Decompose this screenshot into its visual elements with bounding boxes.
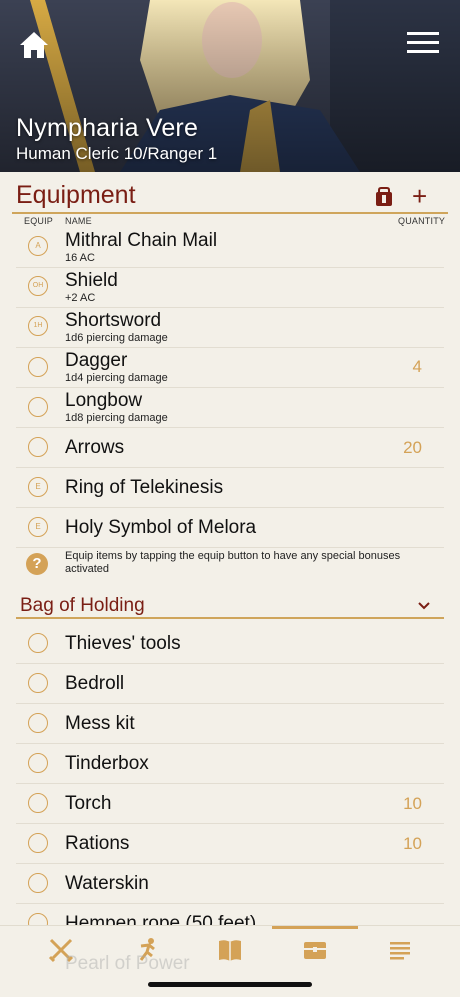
- tab-inventory[interactable]: [301, 936, 329, 964]
- equip-toggle[interactable]: [28, 397, 48, 417]
- home-indicator: [148, 982, 312, 987]
- container-title[interactable]: Bag of Holding: [20, 595, 145, 617]
- equipment-row[interactable]: OH Shield +2 AC: [16, 267, 444, 308]
- character-header: Nympharia Vere Human Cleric 10/Ranger 1: [0, 0, 460, 172]
- item-name: Bedroll: [65, 673, 125, 694]
- spellbook-icon: [219, 940, 241, 961]
- equip-toggle[interactable]: [28, 437, 48, 457]
- item-quantity: 20: [403, 438, 422, 457]
- backpack-icon: [376, 187, 392, 206]
- plus-icon: +: [412, 181, 428, 211]
- collapse-button[interactable]: [416, 598, 432, 614]
- item-name: Ring of Telekinesis: [65, 477, 224, 498]
- bag-item-row[interactable]: Waterskin: [16, 863, 444, 904]
- bag-item-row[interactable]: Rations 10: [16, 823, 444, 864]
- equip-toggle[interactable]: [28, 873, 48, 893]
- item-quantity: 10: [403, 834, 422, 853]
- bag-item-row[interactable]: Torch 10: [16, 783, 444, 824]
- equipment-row[interactable]: Arrows 20: [16, 427, 444, 468]
- equip-toggle[interactable]: [28, 793, 48, 813]
- item-detail: 1d6 piercing damage: [65, 332, 168, 344]
- chevron-down-icon: [418, 602, 430, 610]
- equip-toggle[interactable]: [28, 357, 48, 377]
- item-name: Waterskin: [65, 873, 149, 894]
- item-detail: +2 AC: [65, 292, 96, 304]
- bag-item-row[interactable]: Mess kit: [16, 703, 444, 744]
- equip-toggle[interactable]: [28, 713, 48, 733]
- column-equip: EQUIP: [24, 216, 54, 226]
- add-item-button[interactable]: +: [412, 182, 427, 210]
- divider: [16, 617, 444, 619]
- chest-icon: [304, 942, 326, 959]
- equipment-row[interactable]: Dagger 1d4 piercing damage 4: [16, 347, 444, 388]
- equipment-row[interactable]: Longbow 1d8 piercing damage: [16, 387, 444, 428]
- encumbrance-button[interactable]: [373, 186, 395, 208]
- item-quantity: 4: [412, 357, 422, 376]
- help-text: Equip items by tapping the equip button …: [65, 550, 401, 575]
- question-icon: ?: [26, 553, 48, 575]
- equip-help: ? Equip items by tapping the equip butto…: [16, 548, 444, 580]
- tab-spells[interactable]: [216, 936, 244, 964]
- item-name: Rations: [65, 833, 130, 854]
- equipment-row[interactable]: 1H Shortsword 1d6 piercing damage: [16, 307, 444, 348]
- equip-toggle[interactable]: [28, 833, 48, 853]
- item-name: Mithral Chain Mail: [65, 230, 218, 251]
- bag-item-row[interactable]: Tinderbox: [16, 743, 444, 784]
- equipment-row[interactable]: E Holy Symbol of Melora: [16, 507, 444, 548]
- item-quantity: 10: [403, 794, 422, 813]
- item-name: Tinderbox: [65, 753, 149, 774]
- equipment-row[interactable]: A Mithral Chain Mail 16 AC: [16, 227, 444, 268]
- scrolled-item-ghost: Pearl of Power: [65, 953, 190, 974]
- tab-notes[interactable]: [386, 936, 414, 964]
- equipment-title: Equipment: [16, 181, 136, 209]
- bag-item-row[interactable]: Thieves' tools: [16, 623, 444, 664]
- item-name: Torch: [65, 793, 112, 814]
- divider: [12, 212, 448, 214]
- menu-button[interactable]: [406, 30, 442, 62]
- notes-icon: [390, 942, 410, 960]
- equip-toggle[interactable]: [28, 753, 48, 773]
- home-icon: [20, 32, 48, 58]
- equip-toggle[interactable]: [28, 673, 48, 693]
- equip-toggle[interactable]: 1H: [28, 316, 48, 336]
- item-name: Shortsword: [65, 310, 162, 331]
- item-detail: 1d8 piercing damage: [65, 412, 168, 424]
- item-name: Holy Symbol of Melora: [65, 517, 257, 538]
- hamburger-icon: [407, 32, 439, 53]
- item-detail: 16 AC: [65, 252, 95, 264]
- active-tab-indicator: [272, 926, 358, 929]
- column-quantity: QUANTITY: [398, 216, 446, 226]
- equip-toggle[interactable]: [28, 633, 48, 653]
- item-name: Thieves' tools: [65, 633, 181, 654]
- item-name: Longbow: [65, 390, 143, 411]
- item-name: Arrows: [65, 437, 125, 458]
- equipment-row[interactable]: E Ring of Telekinesis: [16, 467, 444, 508]
- character-name: Nympharia Vere: [16, 114, 199, 142]
- item-name: Mess kit: [65, 713, 135, 734]
- equip-toggle[interactable]: OH: [28, 276, 48, 296]
- character-class: Human Cleric 10/Ranger 1: [16, 144, 218, 163]
- item-name: Shield: [65, 270, 118, 291]
- column-name: NAME: [65, 216, 92, 226]
- item-detail: 1d4 piercing damage: [65, 372, 168, 384]
- equip-toggle[interactable]: E: [28, 477, 48, 497]
- equip-toggle[interactable]: E: [28, 517, 48, 537]
- equip-toggle[interactable]: A: [28, 236, 48, 256]
- home-button[interactable]: [18, 30, 54, 62]
- bag-item-row[interactable]: Bedroll: [16, 663, 444, 704]
- item-name: Dagger: [65, 350, 128, 371]
